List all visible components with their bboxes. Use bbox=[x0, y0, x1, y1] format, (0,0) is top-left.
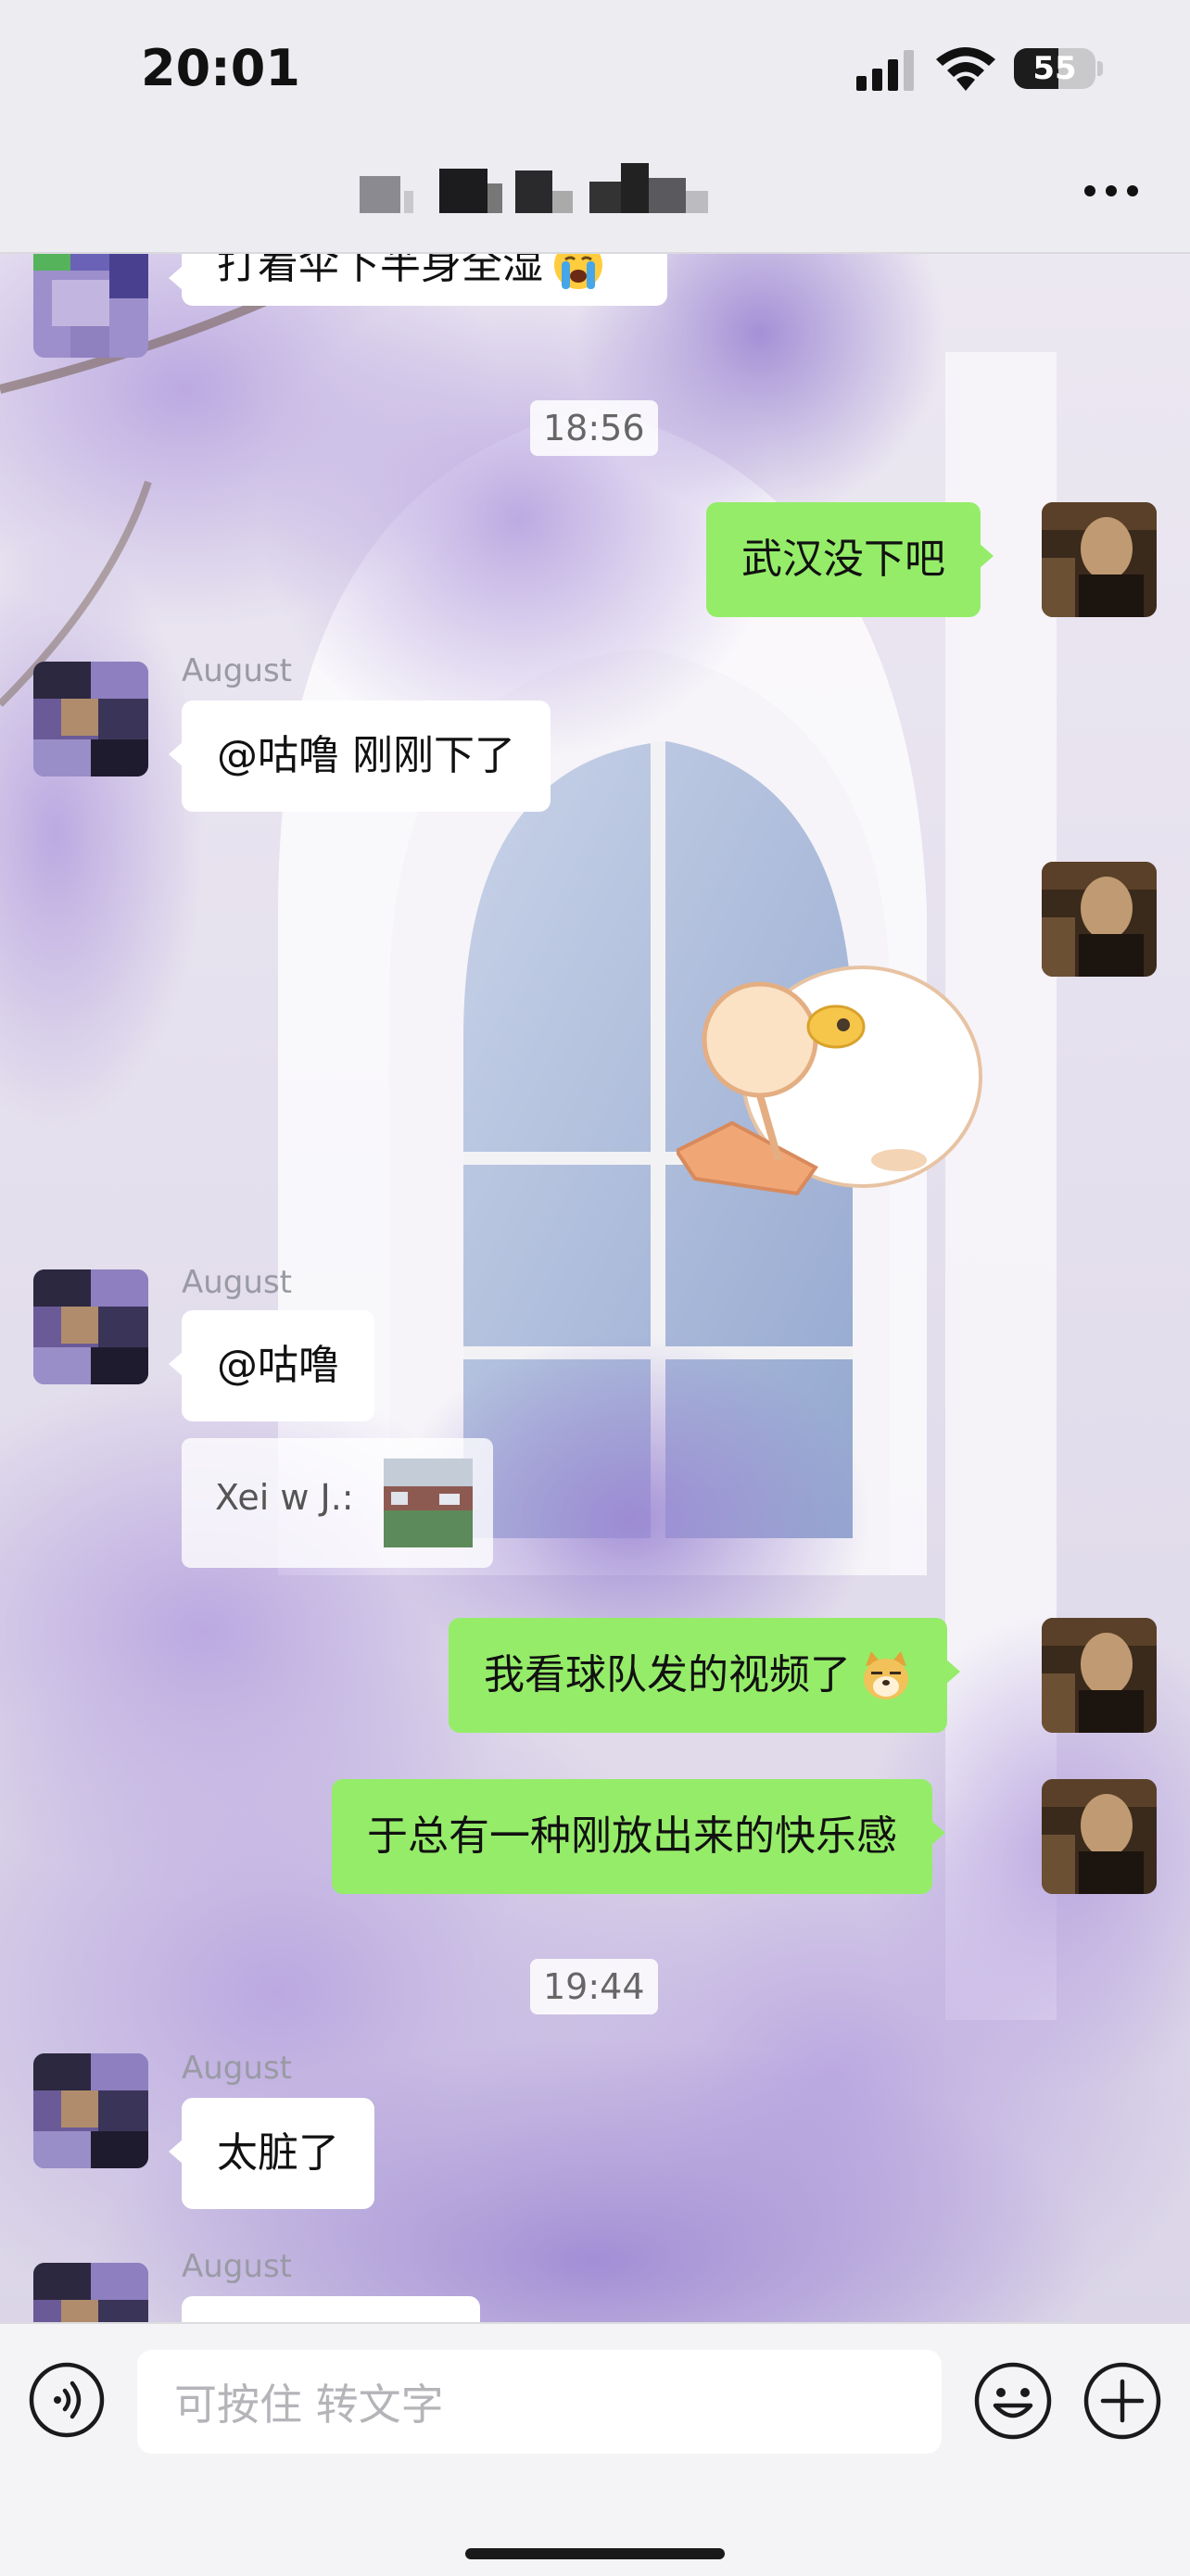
message-text: 于总有一种刚放出来的快乐感 bbox=[367, 1812, 897, 1860]
timestamp-divider: 18:56 bbox=[530, 400, 658, 456]
avatar-other[interactable] bbox=[33, 1269, 148, 1384]
input-placeholder: 可按住 转文字 bbox=[174, 2380, 444, 2430]
voice-input-icon[interactable] bbox=[28, 2361, 106, 2439]
message-text: @咕噜 bbox=[217, 1342, 339, 1389]
message-bubble[interactable]: 我看球队发的视频了 bbox=[449, 1618, 960, 1733]
avatar-other[interactable] bbox=[33, 2263, 148, 2322]
battery-cap bbox=[1097, 61, 1103, 76]
avatar-self[interactable] bbox=[1042, 1618, 1157, 1733]
quote-text: Xei w J.: bbox=[215, 1477, 354, 1518]
input-toolbar: 可按住 转文字 bbox=[0, 2322, 1190, 2576]
avatar-other[interactable] bbox=[33, 662, 148, 777]
message-bubble[interactable]: 于总有一种刚放出来的快乐感 bbox=[332, 1779, 945, 1894]
avatar-self[interactable] bbox=[1042, 502, 1157, 617]
chat-title-blurred[interactable] bbox=[360, 163, 730, 215]
sender-name: August bbox=[182, 652, 292, 689]
cellular-signal-icon bbox=[856, 50, 914, 91]
more-dots-icon[interactable] bbox=[1081, 172, 1142, 209]
status-time: 20:01 bbox=[141, 39, 300, 97]
navigation-bar: 20:01 55 bbox=[0, 0, 1190, 254]
doge-emoji bbox=[864, 1651, 908, 1699]
sender-name: August bbox=[182, 2050, 292, 2087]
sender-name: August bbox=[182, 1264, 292, 1301]
message-bubble[interactable]: @咕噜 刚刚下了 bbox=[169, 701, 551, 812]
crying-face-emoji bbox=[554, 252, 602, 289]
message-bubble[interactable]: 打着伞下半身全湿 bbox=[169, 252, 667, 306]
duck-with-fan-sticker[interactable] bbox=[677, 938, 982, 1225]
avatar-other[interactable] bbox=[33, 252, 148, 358]
message-text: @咕噜 刚刚下了 bbox=[217, 732, 515, 779]
emoji-icon[interactable] bbox=[973, 2361, 1053, 2441]
home-indicator bbox=[465, 2548, 725, 2559]
avatar-other[interactable] bbox=[33, 2053, 148, 2168]
battery-icon: 55 bbox=[1014, 48, 1095, 89]
message-bubble[interactable]: 太脏了 bbox=[169, 2098, 374, 2209]
message-text: 武汉没下吧 bbox=[741, 536, 945, 583]
wifi-icon bbox=[936, 47, 995, 91]
message-bubble[interactable]: 武汉没下吧 bbox=[706, 502, 994, 617]
plus-icon[interactable] bbox=[1082, 2361, 1162, 2441]
timestamp-divider: 19:44 bbox=[530, 1959, 658, 2014]
avatar-self[interactable] bbox=[1042, 1779, 1157, 1894]
message-text: 太脏了 bbox=[217, 2129, 339, 2177]
avatar-self[interactable] bbox=[1042, 862, 1157, 977]
quoted-message[interactable]: Xei w J.: bbox=[182, 1438, 493, 1568]
message-text: 打着伞下半身全湿 bbox=[217, 252, 543, 288]
message-bubble[interactable]: @咕噜 bbox=[169, 1310, 374, 1421]
stadium-photo-thumbnail[interactable] bbox=[384, 1458, 473, 1547]
message-bubble[interactable] bbox=[182, 2296, 480, 2322]
battery-percent: 55 bbox=[1032, 50, 1077, 87]
message-input[interactable]: 可按住 转文字 bbox=[137, 2350, 942, 2454]
message-list[interactable]: 打着伞下半身全湿 18:56 武汉没下吧 August @咕噜 刚刚下了 Aug… bbox=[0, 252, 1190, 2322]
message-text: 我看球队发的视频了 bbox=[484, 1651, 851, 1698]
sender-name: August bbox=[182, 2248, 292, 2285]
